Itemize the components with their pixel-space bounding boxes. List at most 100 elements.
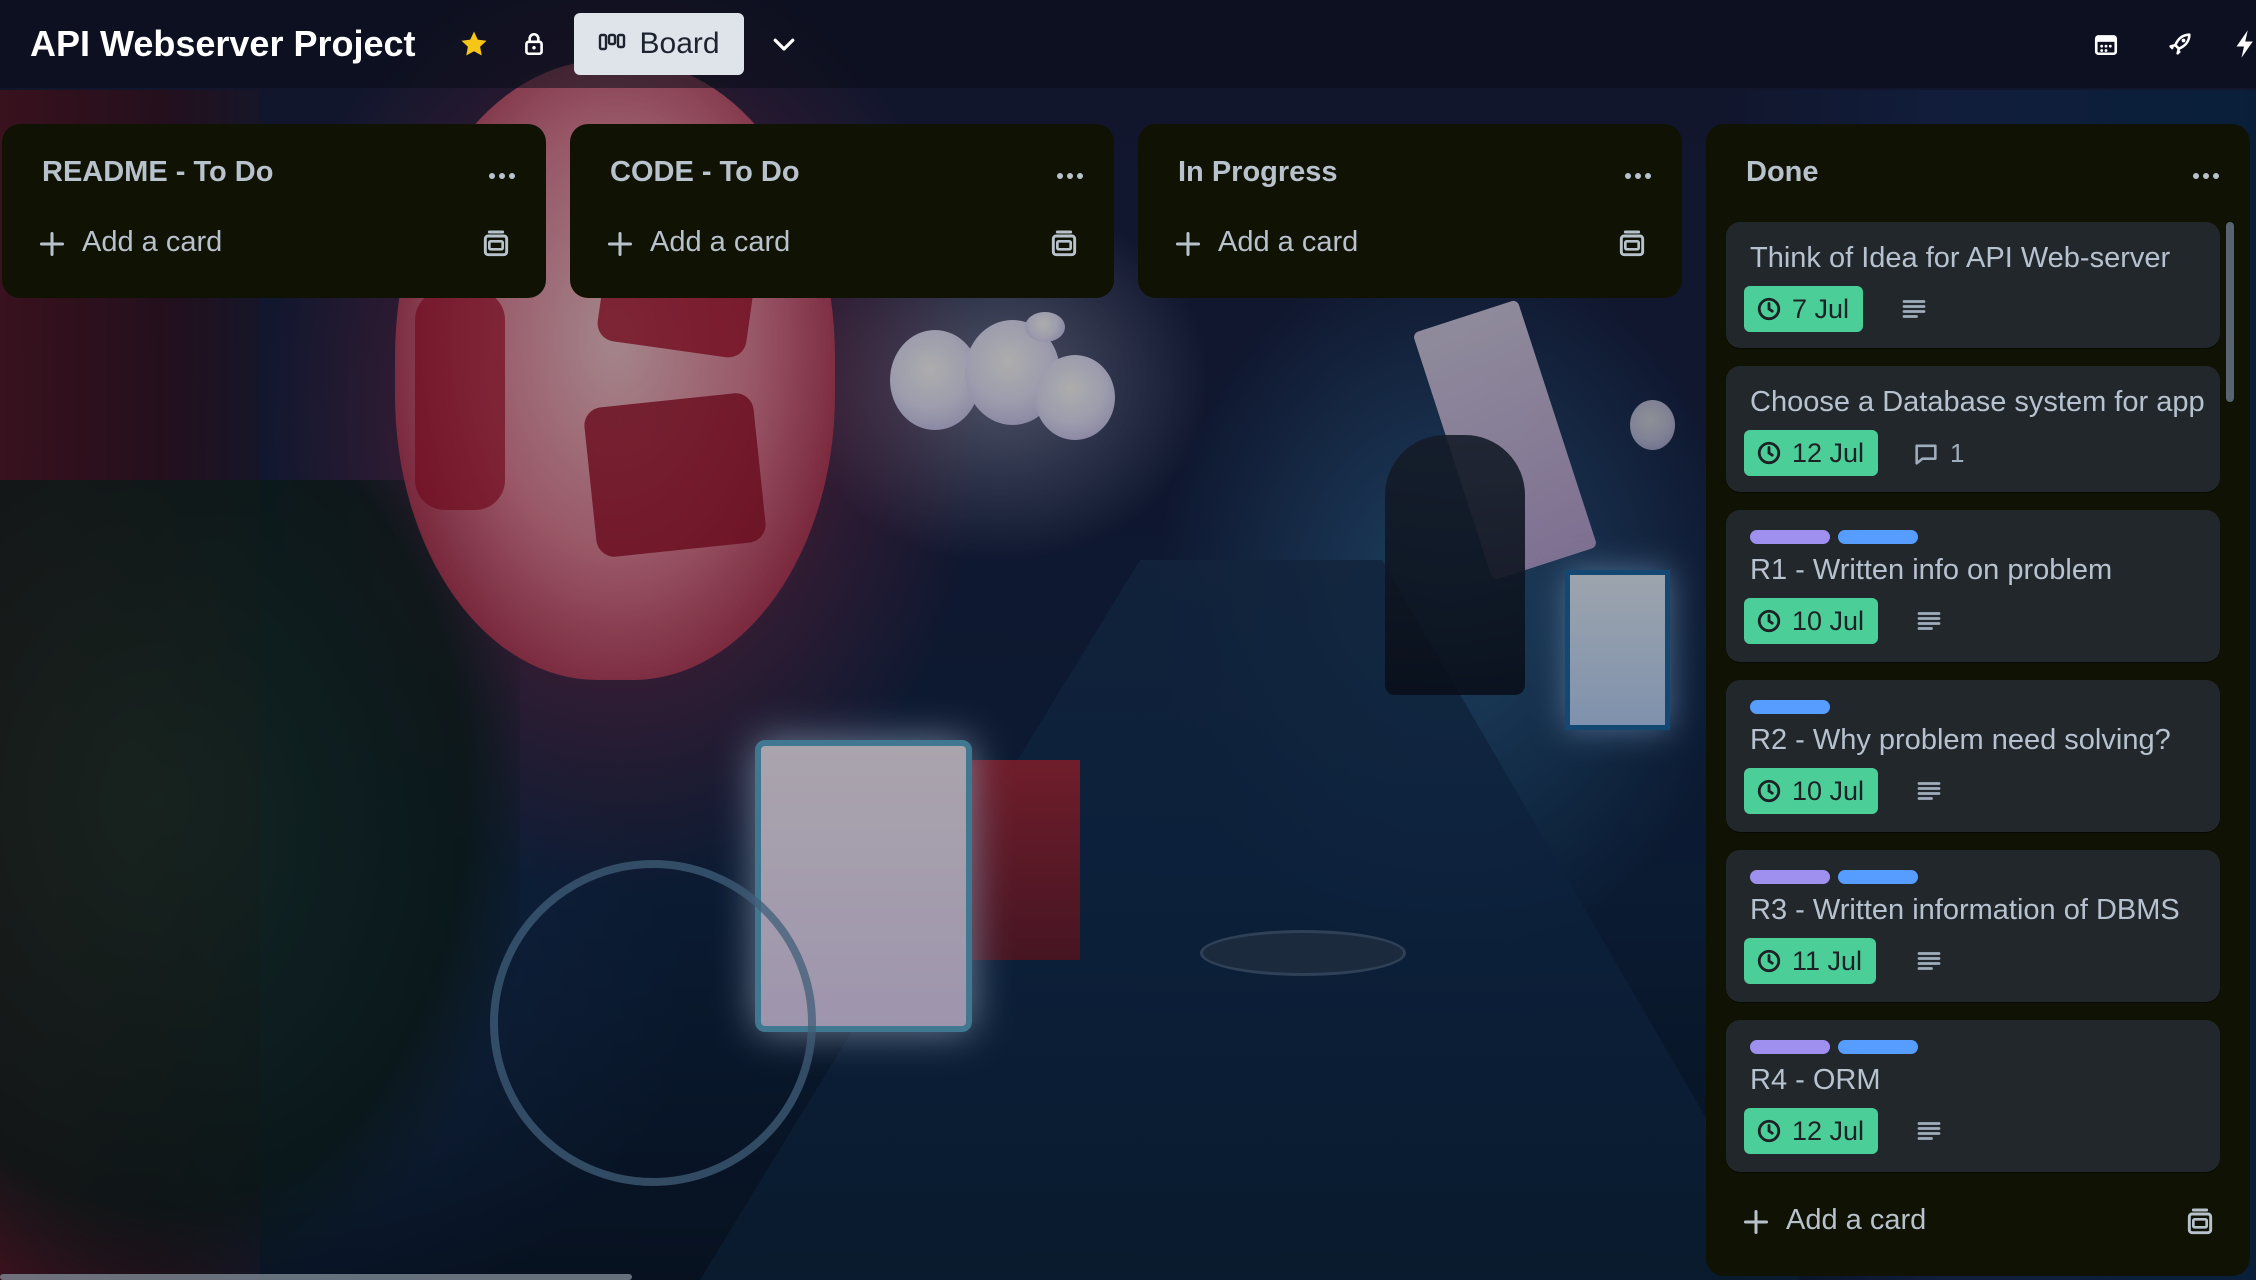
card-labels[interactable] [1750,700,1830,714]
list: CODE - To Do Add a card [570,124,1114,298]
board-view-button[interactable]: Board [573,13,744,75]
power-ups-button[interactable] [2158,22,2202,66]
list-title[interactable]: CODE - To Do [610,156,800,189]
rocket-icon [2169,33,2191,55]
list: README - To Do Add a card [2,124,546,298]
card[interactable]: R3 - Written information of DBMS 11 Jul [1726,850,2220,1002]
list-title[interactable]: README - To Do [42,156,273,189]
card[interactable]: Choose a Database system for app 12 Jul 1 [1726,366,2220,492]
due-date-text: 10 Jul [1792,775,1865,806]
card-labels[interactable] [1750,1040,1918,1054]
plus-icon [1742,1208,1770,1236]
board-icon [598,33,625,51]
lightning-icon [2236,30,2253,58]
board-header: API Webserver Project Board [0,0,2256,88]
label-blue[interactable] [1838,870,1918,884]
due-date-text: 10 Jul [1792,605,1865,636]
due-date-badge[interactable]: 7 Jul [1744,286,1864,332]
card[interactable]: R1 - Written info on problem 10 Jul [1726,510,2220,662]
due-date-badge[interactable]: 12 Jul [1744,1108,1879,1154]
card-title: R3 - Written information of DBMS [1750,894,2180,926]
due-date-text: 11 Jul [1792,945,1863,976]
card-template-icon[interactable] [1048,228,1080,260]
list-title[interactable]: In Progress [1178,156,1338,189]
more-icon[interactable] [1616,164,1660,188]
due-date-badge[interactable]: 10 Jul [1744,598,1879,644]
label-blue[interactable] [1838,1040,1918,1054]
more-icon[interactable] [1048,164,1092,188]
automation-button[interactable] [2232,22,2256,66]
clock-icon [1757,1119,1781,1143]
more-icon[interactable] [2184,164,2228,188]
comment-icon [1915,444,1937,465]
add-card-button[interactable]: Add a card [1706,1190,2250,1254]
add-card-label: Add a card [1786,1204,1927,1236]
description-icon [1914,1116,1944,1146]
due-date-badge[interactable]: 10 Jul [1744,768,1879,814]
comment-count: 1 [1912,438,1964,469]
star-button[interactable] [454,24,494,64]
board-view-label: Board [639,27,720,60]
label-purple[interactable] [1750,870,1830,884]
add-card-label: Add a card [82,226,223,258]
card[interactable]: Think of Idea for API Web-server 7 Jul [1726,222,2220,348]
card-title: Think of Idea for API Web-server [1750,242,2171,274]
board-horizontal-scrollbar[interactable] [0,1274,632,1280]
plus-icon [38,230,66,258]
clock-icon [1757,779,1781,803]
description-icon [1899,294,1929,324]
card[interactable]: R4 - ORM 12 Jul [1726,1020,2220,1172]
card-title: R1 - Written info on problem [1750,554,2113,586]
calendar-icon [2094,35,2118,56]
card-title: Choose a Database system for app [1750,386,2205,418]
list: In Progress Add a card [1138,124,1682,298]
card-title: R2 - Why problem need solving? [1750,724,2171,756]
label-blue[interactable] [1750,700,1830,714]
lock-icon [524,32,543,56]
calendar-button[interactable] [2084,22,2128,66]
card[interactable]: R2 - Why problem need solving? 10 Jul [1726,680,2220,832]
list: Done Think of Idea for API Web-server 7 Ju… [1706,124,2250,1276]
comment-count-text: 1 [1950,438,1965,468]
view-switcher-button[interactable] [762,22,806,66]
list-header[interactable]: In Progress [1138,124,1682,196]
card-template-icon[interactable] [1616,228,1648,260]
board-title[interactable]: API Webserver Project [30,23,416,65]
description-icon [1914,606,1944,636]
clock-icon [1757,441,1781,465]
description-icon [1914,776,1944,806]
description-icon [1914,946,1944,976]
card-labels[interactable] [1750,530,1918,544]
add-card-button[interactable]: Add a card [2,212,546,276]
card-title: R4 - ORM [1750,1064,1881,1096]
add-card-label: Add a card [650,226,791,258]
plus-icon [606,230,634,258]
label-purple[interactable] [1750,1040,1830,1054]
plus-icon [1174,230,1202,258]
chevron-down-icon [773,38,794,51]
clock-icon [1757,949,1781,973]
list-header[interactable]: Done [1706,124,2250,196]
list-header[interactable]: CODE - To Do [570,124,1114,196]
due-date-text: 12 Jul [1792,437,1865,468]
star-icon [461,31,487,56]
clock-icon [1757,297,1781,321]
add-card-label: Add a card [1218,226,1359,258]
add-card-button[interactable]: Add a card [1138,212,1682,276]
card-template-icon[interactable] [2184,1206,2216,1238]
list-header[interactable]: README - To Do [2,124,546,196]
more-icon[interactable] [480,164,524,188]
add-card-button[interactable]: Add a card [570,212,1114,276]
due-date-text: 7 Jul [1792,293,1850,324]
list-title[interactable]: Done [1746,156,1819,189]
card-labels[interactable] [1750,870,1918,884]
due-date-text: 12 Jul [1792,1115,1865,1146]
card-template-icon[interactable] [480,228,512,260]
list-scrollbar[interactable] [2226,222,2234,402]
due-date-badge[interactable]: 12 Jul [1744,430,1879,476]
label-blue[interactable] [1838,530,1918,544]
due-date-badge[interactable]: 11 Jul [1744,938,1877,984]
clock-icon [1757,609,1781,633]
label-purple[interactable] [1750,530,1830,544]
visibility-button[interactable] [514,24,554,64]
